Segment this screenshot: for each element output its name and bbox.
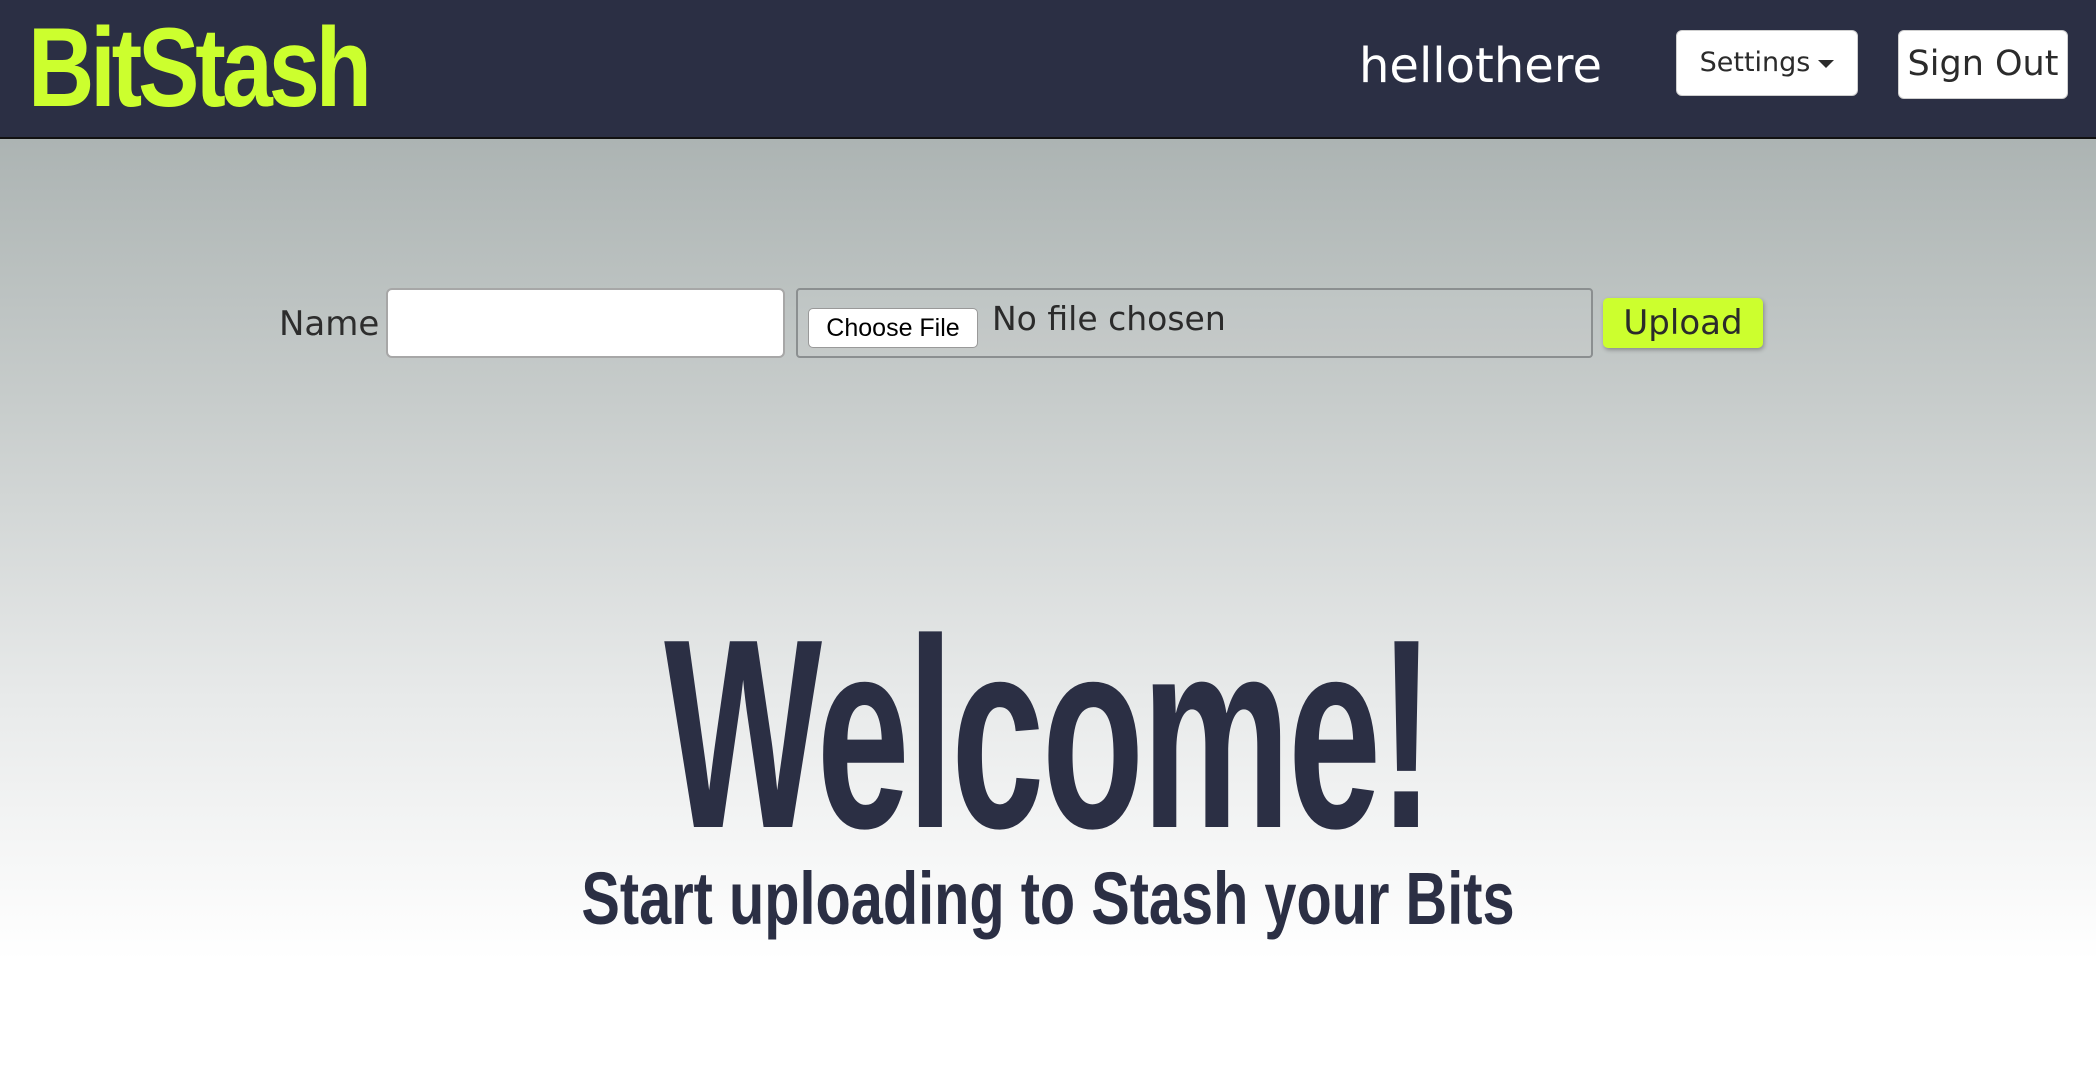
file-input[interactable]: Choose File No file chosen [796,288,1593,358]
hero-title: Welcome! [664,584,1434,885]
choose-file-button[interactable]: Choose File [808,308,978,348]
file-status-text: No file chosen [992,299,1226,338]
upload-button[interactable]: Upload [1603,298,1763,348]
upload-form: Name Choose File No file chosen Upload [0,0,2096,400]
name-input[interactable] [386,288,785,358]
name-label: Name [279,304,380,344]
hero-subtitle: Start uploading to Stash your Bits [581,857,1515,940]
